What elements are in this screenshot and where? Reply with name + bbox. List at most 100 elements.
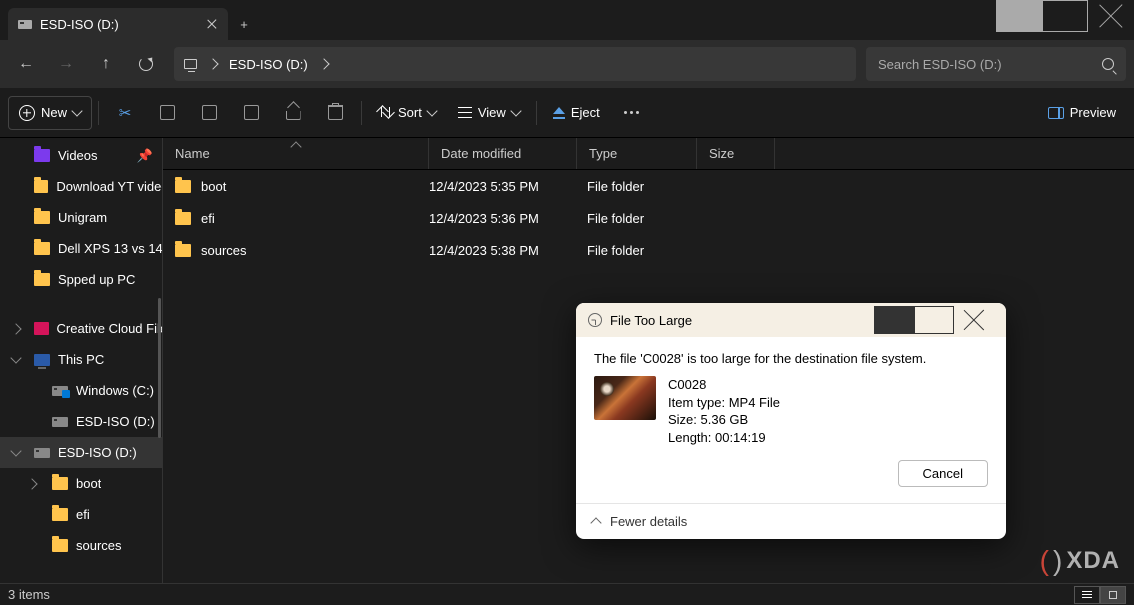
new-tab-button[interactable]: + xyxy=(228,8,260,40)
fewer-details-button[interactable]: Fewer details xyxy=(576,503,1006,539)
creative-cloud-icon xyxy=(34,322,49,335)
trash-icon xyxy=(328,105,343,120)
sidebar-item[interactable]: Dell XPS 13 vs 14 xyxy=(0,233,163,264)
column-header-type[interactable]: Type xyxy=(577,138,697,169)
file-row[interactable]: efi 12/4/2023 5:36 PM File folder xyxy=(163,202,1134,234)
dialog-maximize-button[interactable] xyxy=(914,306,954,334)
file-type: File folder xyxy=(587,243,707,258)
navigation-pane: Videos 📌 Download YT videos Unigram Dell… xyxy=(0,138,163,583)
column-headers: Name Date modified Type Size xyxy=(163,138,1134,170)
breadcrumb-location[interactable]: ESD-ISO (D:) xyxy=(229,57,308,72)
sidebar-item-label: Windows (C:) xyxy=(76,383,154,398)
grid-icon xyxy=(1109,591,1117,599)
dialog-message: The file 'C0028' is too large for the de… xyxy=(594,351,988,366)
sidebar-item[interactable]: Download YT videos xyxy=(0,171,163,202)
file-thumbnail xyxy=(594,376,656,420)
sidebar-item[interactable]: Windows (C:) xyxy=(0,375,163,406)
paste-button[interactable] xyxy=(189,96,229,130)
sidebar-item[interactable]: This PC xyxy=(0,344,163,375)
tab-title: ESD-ISO (D:) xyxy=(40,17,196,32)
details-view-button[interactable] xyxy=(1074,586,1100,604)
chevron-right-icon xyxy=(26,478,37,489)
sidebar-item-label: efi xyxy=(76,507,90,522)
pc-icon xyxy=(184,59,197,69)
preview-button-label: Preview xyxy=(1070,105,1116,120)
folder-icon xyxy=(52,508,68,521)
more-button[interactable] xyxy=(612,96,652,130)
eject-button-label: Eject xyxy=(571,105,600,120)
nav-refresh-button[interactable] xyxy=(128,46,164,82)
column-header-date[interactable]: Date modified xyxy=(429,138,577,169)
file-date: 12/4/2023 5:38 PM xyxy=(429,243,577,258)
search-input[interactable] xyxy=(878,57,1092,72)
dialog-titlebar[interactable]: File Too Large xyxy=(576,303,1006,337)
sidebar-item-label: Videos xyxy=(58,148,98,163)
column-header-name[interactable]: Name xyxy=(163,138,429,169)
copy-icon xyxy=(160,105,175,120)
folder-icon xyxy=(175,212,191,225)
view-icon xyxy=(458,107,472,119)
folder-icon xyxy=(34,211,50,224)
sidebar-item[interactable]: Spped up PC xyxy=(0,264,163,295)
window-close-button[interactable] xyxy=(1088,0,1134,32)
sidebar-item[interactable]: Unigram xyxy=(0,202,163,233)
nav-back-button[interactable]: ← xyxy=(8,46,44,82)
sidebar-item[interactable]: Creative Cloud Files xyxy=(0,313,163,344)
sidebar-item[interactable]: ESD-ISO (D:) xyxy=(0,437,163,468)
sidebar-scrollbar[interactable] xyxy=(158,298,161,438)
scissors-icon: ✂ xyxy=(119,104,132,122)
rename-button[interactable] xyxy=(231,96,271,130)
file-length: Length: 00:14:19 xyxy=(668,429,780,447)
nav-forward-button[interactable]: → xyxy=(48,46,84,82)
file-date: 12/4/2023 5:36 PM xyxy=(429,211,577,226)
sidebar-item-label: Spped up PC xyxy=(58,272,135,287)
folder-icon xyxy=(52,539,68,552)
file-name: boot xyxy=(201,179,226,194)
sidebar-item[interactable]: ESD-ISO (D:) xyxy=(0,406,163,437)
dialog-minimize-button[interactable] xyxy=(874,306,914,334)
search-bar[interactable] xyxy=(866,47,1126,81)
dialog-close-button[interactable] xyxy=(954,306,994,334)
eject-icon xyxy=(553,107,565,119)
sidebar-item[interactable]: boot xyxy=(0,468,163,499)
drive-icon xyxy=(18,20,32,29)
folder-icon xyxy=(175,244,191,257)
tab-close-button[interactable] xyxy=(204,16,220,32)
copy-button[interactable] xyxy=(147,96,187,130)
eject-button[interactable]: Eject xyxy=(543,96,610,130)
cancel-button[interactable]: Cancel xyxy=(898,460,988,487)
sort-button[interactable]: Sort xyxy=(368,96,446,130)
sidebar-item[interactable]: efi xyxy=(0,499,163,530)
fewer-details-label: Fewer details xyxy=(610,514,687,529)
chevron-down-icon xyxy=(426,105,437,116)
folder-icon xyxy=(175,180,191,193)
thumbnails-view-button[interactable] xyxy=(1100,586,1126,604)
sidebar-item[interactable]: Videos 📌 xyxy=(0,140,163,171)
nav-up-button[interactable]: ↑ xyxy=(88,46,124,82)
file-name: sources xyxy=(201,243,247,258)
new-button[interactable]: New xyxy=(8,96,92,130)
column-header-size[interactable]: Size xyxy=(697,138,775,169)
new-button-label: New xyxy=(41,105,67,120)
list-icon xyxy=(1082,591,1092,599)
cut-button[interactable]: ✂ xyxy=(105,96,145,130)
delete-button[interactable] xyxy=(315,96,355,130)
file-too-large-dialog: File Too Large The file 'C0028' is too l… xyxy=(576,303,1006,539)
file-row[interactable]: sources 12/4/2023 5:38 PM File folder xyxy=(163,234,1134,266)
share-button[interactable] xyxy=(273,96,313,130)
drive-icon xyxy=(34,448,50,458)
chevron-down-icon xyxy=(510,105,521,116)
sidebar-item[interactable]: sources xyxy=(0,530,163,561)
file-type: File folder xyxy=(587,211,707,226)
breadcrumb-separator-icon xyxy=(318,58,329,69)
rename-icon xyxy=(244,105,259,120)
window-minimize-button[interactable] xyxy=(996,0,1042,32)
chevron-right-icon xyxy=(10,323,21,334)
address-bar[interactable]: ESD-ISO (D:) xyxy=(174,47,856,81)
window-maximize-button[interactable] xyxy=(1042,0,1088,32)
preview-button[interactable]: Preview xyxy=(1038,96,1126,130)
view-button[interactable]: View xyxy=(448,96,530,130)
file-row[interactable]: boot 12/4/2023 5:35 PM File folder xyxy=(163,170,1134,202)
window-tab[interactable]: ESD-ISO (D:) xyxy=(8,8,228,40)
plus-circle-icon xyxy=(19,105,35,121)
